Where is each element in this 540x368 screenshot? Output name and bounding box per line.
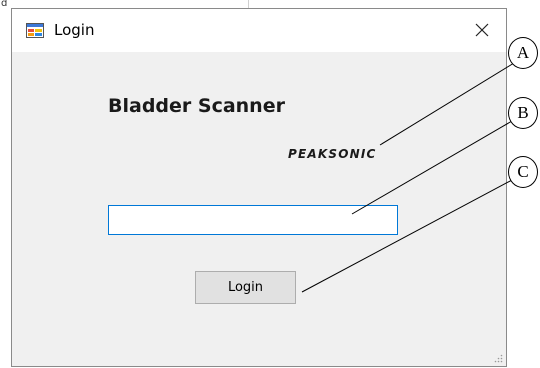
login-button[interactable]: Login <box>195 271 296 304</box>
login-window: Login Bladder Scanner PEAKSONIC Login <box>11 8 507 367</box>
callout-b: B <box>508 97 538 129</box>
callout-a: A <box>508 37 538 69</box>
resize-grip-icon[interactable] <box>493 353 503 363</box>
title-bar[interactable]: Login <box>12 9 506 52</box>
close-button[interactable] <box>464 15 500 45</box>
window-title: Login <box>54 21 95 39</box>
close-icon <box>475 23 489 37</box>
login-text-input[interactable] <box>108 205 398 235</box>
callout-c: C <box>508 156 538 188</box>
background-text: d <box>1 0 8 9</box>
app-form-icon <box>26 23 44 38</box>
brand-logo: PEAKSONIC <box>288 147 377 161</box>
product-title: Bladder Scanner <box>108 95 285 117</box>
